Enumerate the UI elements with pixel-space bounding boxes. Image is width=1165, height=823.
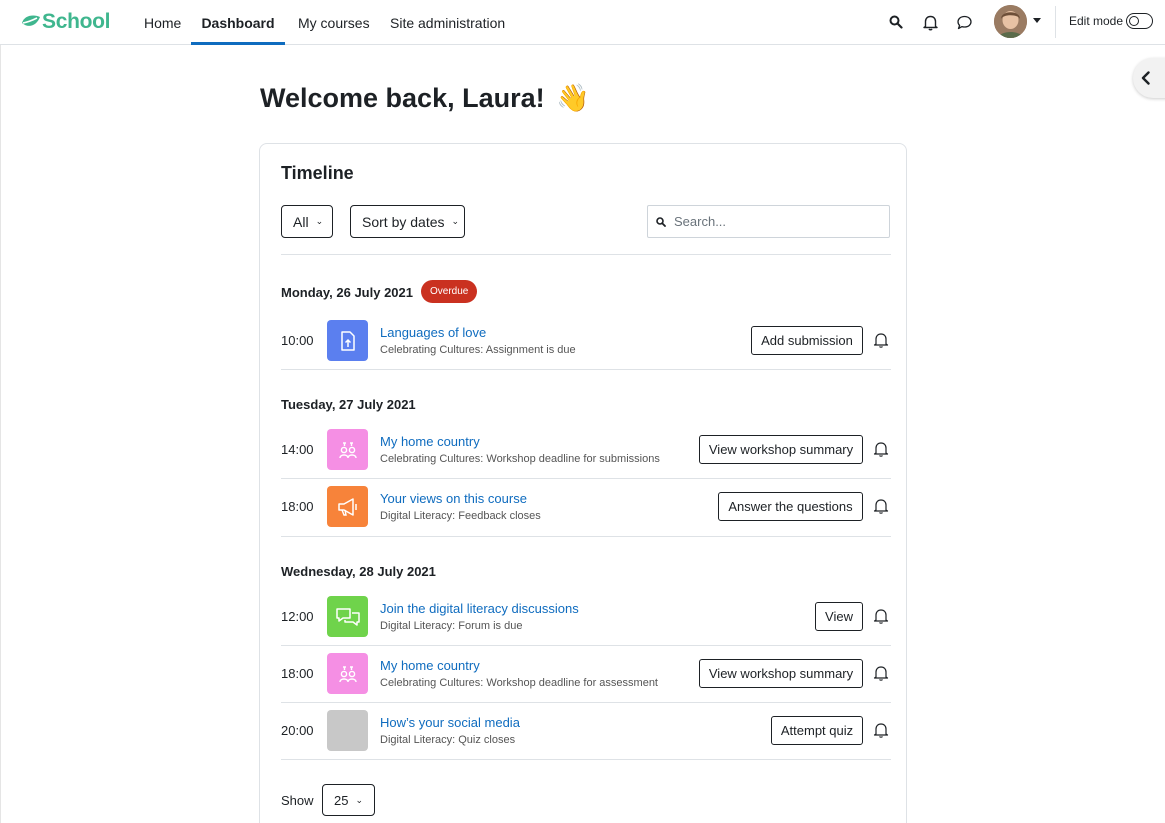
event-subtitle: Digital Literacy: Forum is due (380, 620, 523, 632)
chevron-down-icon: ⌄ (315, 216, 324, 226)
timeline-title: Timeline (281, 163, 354, 183)
attempt-quiz-button[interactable]: Attempt quiz (771, 716, 863, 745)
event-title-link[interactable]: How’s your social media (380, 715, 520, 730)
chevron-down-icon: ⌄ (355, 794, 364, 805)
divider (281, 759, 891, 760)
event-time: 20:00 (281, 723, 314, 738)
filter-dropdown-value: All (293, 213, 309, 230)
answer-the-questions-button[interactable]: Answer the questions (718, 492, 863, 521)
timeline-block: Timeline All ⌄ Sort by dates ⌄ Search... M… (259, 143, 907, 823)
event-time: 10:00 (281, 333, 314, 348)
page-size-value: 25 (334, 792, 349, 808)
brand-name: School (42, 10, 111, 33)
chevron-down-icon: ⌄ (451, 216, 460, 226)
show-label: Show (281, 793, 314, 808)
edit-mode-toggle[interactable] (1126, 13, 1153, 29)
event-title-link[interactable]: My home country (380, 658, 480, 673)
event-title-link[interactable]: Join the digital literacy discussions (380, 601, 579, 616)
event-time: 14:00 (281, 442, 314, 457)
toggle-knob (1129, 15, 1139, 26)
nav-home[interactable]: Home (144, 0, 181, 45)
top-navbar: School Home Dashboard My courses Site ad… (0, 0, 1165, 45)
event-subtitle: Celebrating Cultures: Workshop deadline … (380, 453, 660, 465)
event-title-link[interactable]: Your views on this course (380, 491, 527, 506)
drawer-toggle-button[interactable] (1133, 58, 1165, 98)
bell-icon[interactable] (920, 12, 940, 32)
filter-dropdown[interactable]: All ⌄ (281, 205, 333, 238)
date-heading: Monday, 26 July 2021 (281, 285, 413, 300)
divider (1055, 6, 1056, 38)
leaf-icon (22, 15, 40, 26)
nav-my-courses[interactable]: My courses (298, 0, 370, 45)
bell-icon[interactable] (872, 331, 890, 349)
megaphone-icon (327, 486, 368, 527)
bell-icon[interactable] (872, 721, 890, 739)
event-subtitle: Celebrating Cultures: Workshop deadline … (380, 677, 658, 689)
welcome-text: Welcome back, Laura! (260, 83, 545, 113)
chevron-left-icon (1141, 71, 1150, 85)
date-heading: Tuesday, 27 July 2021 (281, 397, 416, 412)
bell-icon[interactable] (872, 664, 890, 682)
avatar[interactable] (994, 5, 1027, 38)
event-time: 12:00 (281, 609, 314, 624)
event-title-link[interactable]: My home country (380, 434, 480, 449)
view-workshop-summary-button[interactable]: View workshop summary (699, 659, 863, 688)
timeline-event: 12:00 Join the digital literacy discussi… (281, 588, 891, 645)
search-icon[interactable] (886, 12, 906, 32)
event-time: 18:00 (281, 666, 314, 681)
page-title: Welcome back, Laura! 👋 (260, 82, 590, 114)
assignment-icon (327, 320, 368, 361)
workshop-icon (327, 653, 368, 694)
date-heading: Wednesday, 28 July 2021 (281, 564, 436, 579)
sort-dropdown[interactable]: Sort by dates ⌄ (350, 205, 465, 238)
quiz-icon (327, 710, 368, 751)
overdue-badge: Overdue (421, 280, 478, 303)
wave-emoji: 👋 (556, 83, 590, 113)
divider (281, 369, 891, 370)
sort-dropdown-value: Sort by dates (362, 213, 445, 230)
event-time: 18:00 (281, 499, 314, 514)
view-workshop-summary-button[interactable]: View workshop summary (699, 435, 863, 464)
nav-dashboard[interactable]: Dashboard (191, 0, 285, 45)
chevron-down-icon[interactable] (1033, 18, 1041, 23)
timeline-event: 18:00 My home country Celebrating Cultur… (281, 645, 891, 702)
page-size-dropdown[interactable]: 25 ⌄ (322, 784, 375, 816)
edit-mode-label: Edit mode (1069, 14, 1124, 28)
divider (281, 536, 891, 537)
search-icon (656, 216, 666, 227)
search-input[interactable]: Search... (647, 205, 890, 238)
chat-icon[interactable] (954, 12, 974, 32)
event-title-link[interactable]: Languages of love (380, 325, 486, 340)
bell-icon[interactable] (872, 440, 890, 458)
workshop-icon (327, 429, 368, 470)
event-subtitle: Digital Literacy: Feedback closes (380, 510, 541, 522)
bell-icon[interactable] (872, 497, 890, 515)
divider (281, 254, 891, 255)
view-button[interactable]: View (815, 602, 863, 631)
timeline-event: 18:00 Your views on this course Digital … (281, 478, 891, 535)
forum-icon (327, 596, 368, 637)
timeline-event: 20:00 How’s your social media Digital Li… (281, 702, 891, 759)
site-logo[interactable]: School (20, 9, 111, 35)
search-placeholder: Search... (674, 214, 727, 229)
event-subtitle: Celebrating Cultures: Assignment is due (380, 344, 576, 356)
page-border (0, 45, 1, 823)
timeline-event: 10:00 Languages of love Celebrating Cult… (281, 312, 891, 369)
bell-icon[interactable] (872, 607, 890, 625)
event-subtitle: Digital Literacy: Quiz closes (380, 734, 516, 746)
timeline-event: 14:00 My home country Celebrating Cultur… (281, 421, 891, 478)
add-submission-button[interactable]: Add submission (751, 326, 863, 355)
nav-site-administration[interactable]: Site administration (390, 0, 505, 45)
